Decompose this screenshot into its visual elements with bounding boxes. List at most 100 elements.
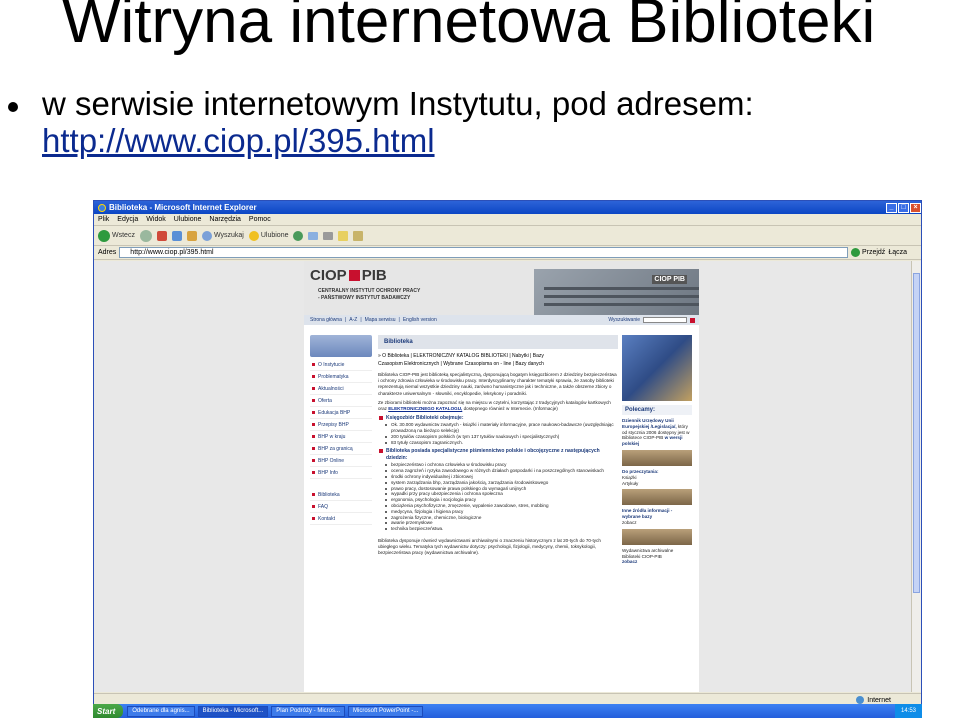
minimize-button[interactable]: _	[886, 202, 897, 213]
articles-link[interactable]: Artykuły	[622, 481, 638, 486]
slide-title: Witryna internetowa Biblioteki	[62, 0, 876, 56]
taskbar-item[interactable]: Plan Podróży - Micros...	[271, 705, 345, 717]
sources-block: Inne źródła informacji - wybrane bazy zo…	[622, 508, 673, 525]
sources-link[interactable]: zobacz	[622, 520, 637, 525]
stop-icon	[156, 230, 167, 241]
mail-icon	[308, 231, 319, 240]
address-input[interactable]: http://www.ciop.pl/395.html	[119, 247, 848, 258]
back-button[interactable]: Wstecz	[98, 229, 135, 242]
archive-link[interactable]: zobacz	[622, 559, 637, 564]
search-button[interactable]: Wyszukaj	[201, 230, 244, 241]
leftnav-item-faq[interactable]: FAQ	[310, 501, 372, 513]
catalog-link[interactable]: ELEKTRONICZNEGO KATALOGU,	[388, 406, 462, 411]
archive-paragraph: Biblioteka dysponuje również wydawnictwa…	[378, 537, 601, 556]
toolbar: Wstecz Wyszukaj Ulubione	[94, 226, 921, 246]
stop-button[interactable]	[156, 230, 167, 241]
nav-sitemap[interactable]: Mapa serwisu	[365, 317, 396, 323]
books-link[interactable]: Książki	[622, 475, 637, 480]
nav-header-image	[310, 335, 372, 357]
leftnav-item[interactable]: Oferta	[310, 395, 372, 407]
menu-file[interactable]: Plik	[98, 216, 109, 223]
edit-button[interactable]	[338, 230, 349, 241]
web-page: CIOP PIB CENTRALNY INSTYTUT OCHRONY PRACY…	[304, 261, 699, 692]
archive-block: Wydawnictwa archiwalne Biblioteki CIOP-P…	[622, 547, 674, 565]
vertical-scrollbar[interactable]	[911, 261, 921, 692]
refresh-button[interactable]	[171, 230, 182, 241]
tabs-line[interactable]: Czasopism Elektronicznych | Wybrane Czas…	[378, 360, 618, 368]
journal-block: Dziennik Urzędowy Unii Europejskiej /Leg…	[622, 418, 690, 447]
address-label: Adres	[98, 249, 117, 256]
favorites-button[interactable]: Ulubione	[248, 230, 288, 241]
page-viewport: CIOP PIB CENTRALNY INSTYTUT OCHRONY PRACY…	[94, 261, 913, 692]
mail-button[interactable]	[308, 231, 319, 240]
bullet-text: w serwisie internetowym Instytutu, pod a…	[42, 85, 754, 160]
nav-home[interactable]: Strona główna	[310, 317, 342, 323]
sources-image	[622, 489, 692, 506]
taskbar-item[interactable]: Biblioteka - Microsoft...	[197, 705, 269, 717]
taskbar-item[interactable]: Odebrane dla agnis...	[127, 705, 195, 717]
fields-heading: Biblioteka posiada specjalistyczne piśmi…	[378, 448, 618, 462]
menu-favorites[interactable]: Ulubione	[174, 216, 202, 223]
menu-edit[interactable]: Edycja	[117, 216, 138, 223]
leftnav-item-library[interactable]: Biblioteka	[310, 489, 372, 501]
content-tabs: » O Biblioteka | ELEKTRONICZNY KATALOG B…	[378, 352, 618, 368]
leftnav-item[interactable]: Edukacja BHP	[310, 407, 372, 419]
list-item: 83 tytuły czasopism zagranicznych.	[385, 440, 618, 446]
leftnav-item[interactable]: O Instytucie	[310, 359, 372, 371]
nav-az[interactable]: A-Z	[349, 317, 357, 323]
journal-title[interactable]: Dziennik Urzędowy Unii Europejskiej /Leg…	[622, 418, 677, 429]
leftnav-item[interactable]: BHP za granicą	[310, 443, 372, 455]
nav-english[interactable]: English version	[403, 317, 437, 323]
links-label[interactable]: Łącza	[888, 249, 907, 256]
nav-search-label: Wyszukiwanie	[608, 317, 640, 323]
site-search-go-icon[interactable]	[690, 317, 695, 323]
leftnav-item[interactable]: Aktualności	[310, 383, 372, 395]
main-content: Biblioteka » O Biblioteka | ELEKTRONICZN…	[378, 335, 618, 560]
close-button[interactable]: ×	[910, 202, 921, 213]
back-arrow-icon	[98, 229, 110, 242]
home-button[interactable]	[186, 230, 197, 241]
start-button[interactable]: Start	[93, 704, 124, 718]
maximize-button[interactable]: □	[898, 202, 909, 213]
tabs-line[interactable]: » O Biblioteka | ELEKTRONICZNY KATALOG B…	[378, 352, 618, 360]
refresh-icon	[171, 230, 182, 241]
leftnav-item-contact[interactable]: Kontakt	[310, 513, 372, 525]
list-item: technika bezpieczeństwa.	[385, 526, 618, 532]
taskbar-item[interactable]: Microsoft PowerPoint -...	[347, 705, 424, 717]
home-icon	[186, 230, 197, 241]
menu-help[interactable]: Pomoc	[249, 216, 271, 223]
site-left-nav: O Instytucie Problematyka Aktualności Of…	[310, 335, 372, 525]
archive-image	[622, 528, 692, 545]
leftnav-item[interactable]: Problematyka	[310, 371, 372, 383]
collection-heading: Księgozbiór Biblioteki obejmuje:	[378, 415, 618, 422]
reading-image	[622, 449, 692, 466]
browser-window: Biblioteka - Microsoft Internet Explorer…	[93, 200, 922, 707]
leftnav-item[interactable]: BHP Online	[310, 455, 372, 467]
menu-tools[interactable]: Narzędzia	[209, 216, 241, 223]
access-paragraph: Ze zbiorami biblioteki można zapoznać si…	[378, 399, 611, 412]
forward-button[interactable]	[139, 229, 152, 242]
site-header: CIOP PIB CENTRALNY INSTYTUT OCHRONY PRACY…	[304, 261, 699, 315]
bullet-url-link[interactable]: http://www.ciop.pl/395.html	[42, 122, 754, 160]
site-search-input[interactable]	[643, 317, 687, 323]
menu-view[interactable]: Widok	[146, 216, 165, 223]
window-title: Biblioteka - Microsoft Internet Explorer	[109, 203, 257, 212]
recommend-heading: Polecamy:	[622, 405, 692, 415]
leftnav-item[interactable]: BHP w kraju	[310, 431, 372, 443]
go-arrow-icon	[850, 248, 860, 257]
address-bar: Adres http://www.ciop.pl/395.html Przejd…	[94, 246, 921, 260]
site-navbar: Strona główna | A-Z | Mapa serwisu | Eng…	[304, 315, 699, 325]
messenger-icon	[353, 230, 364, 241]
messenger-button[interactable]	[353, 230, 364, 241]
history-button[interactable]	[293, 230, 304, 241]
leftnav-item[interactable]: BHP Info	[310, 467, 372, 479]
leftnav-item[interactable]: Przepisy BHP	[310, 419, 372, 431]
collection-list: Ok. 30.000 wydawnictw zwartych - książki…	[378, 422, 618, 445]
go-button[interactable]: Przejdź	[850, 248, 885, 257]
scroll-thumb[interactable]	[913, 273, 920, 593]
site-logo[interactable]: CIOP PIB	[310, 267, 387, 284]
print-button[interactable]	[323, 231, 334, 240]
star-icon	[248, 230, 259, 241]
search-icon	[201, 230, 212, 241]
bullet-line: w serwisie internetowym Instytutu, pod a…	[42, 85, 754, 122]
